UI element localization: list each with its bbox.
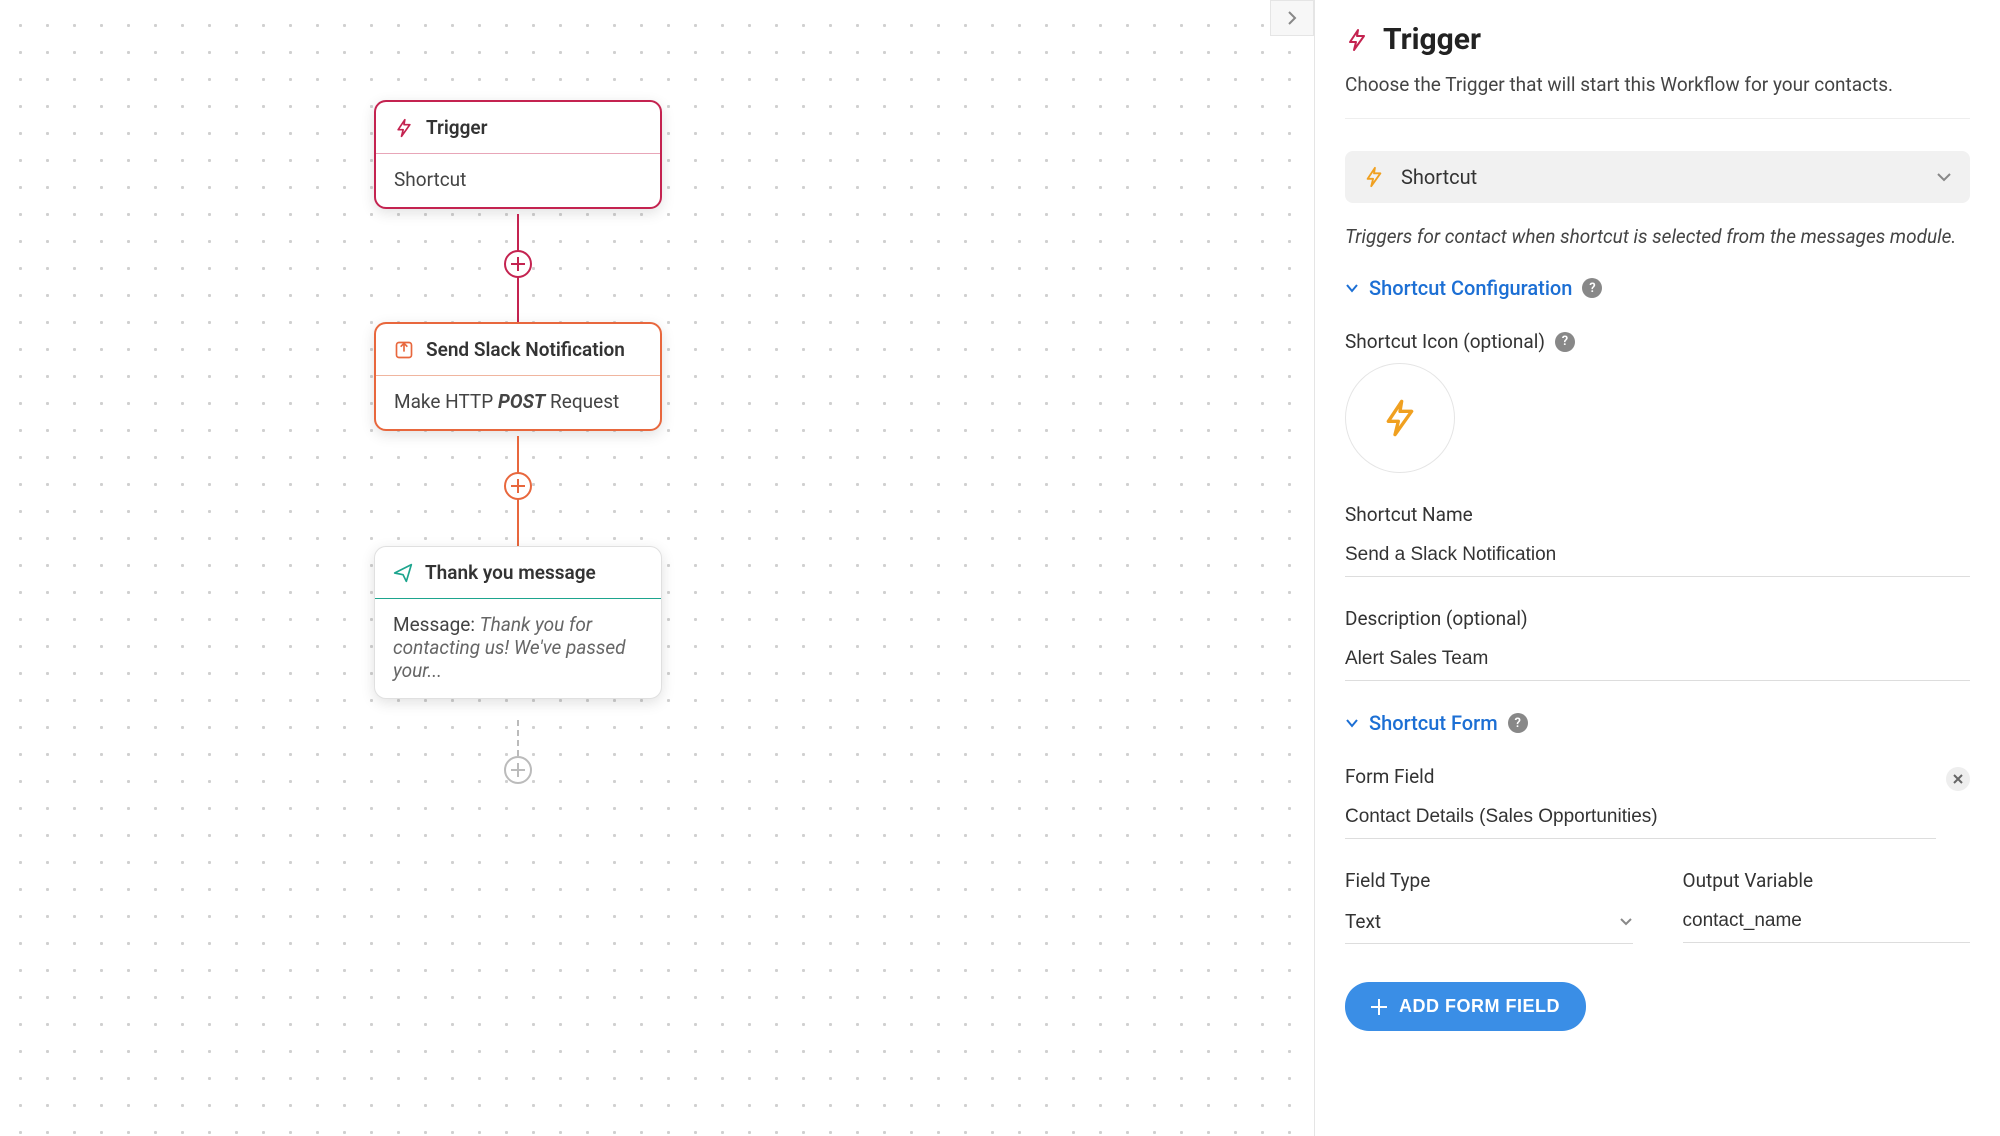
output-variable-input[interactable] <box>1683 902 1971 943</box>
label-text: Shortcut Icon (optional) <box>1345 330 1545 353</box>
field-type-col: Field Type Text <box>1345 869 1633 944</box>
add-step-button[interactable] <box>504 756 532 784</box>
collapse-sidebar-button[interactable] <box>1270 0 1314 36</box>
section-shortcut-form[interactable]: Shortcut Form ? <box>1345 711 1970 735</box>
trigger-selector[interactable]: Shortcut <box>1345 151 1970 203</box>
field-form-field: Form Field <box>1345 765 1970 839</box>
description-input[interactable] <box>1345 640 1970 681</box>
section-shortcut-configuration[interactable]: Shortcut Configuration ? <box>1345 276 1970 300</box>
bolt-icon <box>1363 166 1385 188</box>
trigger-selector-label: Shortcut <box>1401 165 1920 189</box>
sidebar-title: Trigger <box>1383 22 1481 57</box>
section-title: Shortcut Configuration <box>1369 276 1572 300</box>
add-step-button[interactable] <box>504 250 532 278</box>
field-type-select[interactable]: Text <box>1345 902 1633 944</box>
field-shortcut-name: Shortcut Name <box>1345 503 1970 577</box>
node-thank-you-message[interactable]: Thank you message Message: Thank you for… <box>374 546 662 699</box>
text-method: POST <box>498 390 545 413</box>
plus-icon <box>1371 999 1387 1015</box>
field-label: Form Field <box>1345 765 1936 788</box>
bolt-icon <box>1380 398 1420 438</box>
text-prefix: Message: <box>393 613 480 636</box>
connector-line-dashed <box>517 720 519 756</box>
add-step-button[interactable] <box>504 472 532 500</box>
text-prefix: Make HTTP <box>394 390 498 413</box>
chevron-down-icon <box>1345 718 1359 728</box>
form-field-input[interactable] <box>1345 798 1936 839</box>
node-thanks-title: Thank you message <box>425 561 596 584</box>
add-form-field-button[interactable]: ADD FORM FIELD <box>1345 982 1586 1031</box>
icon-preview-button[interactable] <box>1345 363 1455 473</box>
plus-icon <box>511 257 525 271</box>
chevron-down-icon <box>1936 172 1952 182</box>
sidebar-panel: Trigger Choose the Trigger that will sta… <box>1314 0 2000 1136</box>
select-value: Text <box>1345 910 1619 933</box>
node-thanks-body: Message: Thank you for contacting us! We… <box>375 599 661 698</box>
field-type-row: Field Type Text Output Variable <box>1345 869 1970 944</box>
button-label: ADD FORM FIELD <box>1399 996 1560 1017</box>
field-label: Output Variable <box>1683 869 1971 892</box>
chevron-down-icon <box>1345 283 1359 293</box>
text-suffix: Request <box>545 390 619 413</box>
field-description: Description (optional) <box>1345 607 1970 681</box>
plus-icon <box>511 479 525 493</box>
section-title: Shortcut Form <box>1369 711 1498 735</box>
node-slack-body: Make HTTP POST Request <box>376 376 660 429</box>
remove-field-button[interactable] <box>1946 767 1970 791</box>
node-trigger-title: Trigger <box>426 116 487 139</box>
node-trigger[interactable]: Trigger Shortcut <box>374 100 662 209</box>
chevron-down-icon <box>1619 917 1633 926</box>
field-label: Field Type <box>1345 869 1633 892</box>
field-shortcut-icon: Shortcut Icon (optional) ? <box>1345 330 1970 473</box>
trigger-description: Triggers for contact when shortcut is se… <box>1345 225 1970 248</box>
field-label: Shortcut Icon (optional) ? <box>1345 330 1970 353</box>
output-variable-col: Output Variable <box>1683 869 1971 944</box>
help-icon[interactable]: ? <box>1582 278 1602 298</box>
plus-icon <box>511 763 525 777</box>
sidebar-subtitle: Choose the Trigger that will start this … <box>1345 73 1970 119</box>
help-icon[interactable]: ? <box>1508 713 1528 733</box>
node-slack-notification[interactable]: Send Slack Notification Make HTTP POST R… <box>374 322 662 431</box>
workflow-canvas[interactable]: Trigger Shortcut Send Slack Notification… <box>0 0 1314 1136</box>
field-label: Description (optional) <box>1345 607 1970 630</box>
node-slack-header: Send Slack Notification <box>376 324 660 376</box>
node-trigger-header: Trigger <box>376 102 660 154</box>
shortcut-name-input[interactable] <box>1345 536 1970 577</box>
sidebar-title-row: Trigger <box>1345 22 1970 57</box>
node-slack-title: Send Slack Notification <box>426 338 625 361</box>
close-icon <box>1953 774 1963 784</box>
node-thanks-header: Thank you message <box>375 547 661 599</box>
help-icon[interactable]: ? <box>1555 332 1575 352</box>
field-label: Shortcut Name <box>1345 503 1970 526</box>
chevron-right-icon <box>1287 10 1297 26</box>
node-trigger-body: Shortcut <box>376 154 660 207</box>
send-icon <box>393 563 413 583</box>
bolt-icon <box>1345 28 1369 52</box>
bolt-icon <box>394 118 414 138</box>
http-icon <box>394 340 414 360</box>
